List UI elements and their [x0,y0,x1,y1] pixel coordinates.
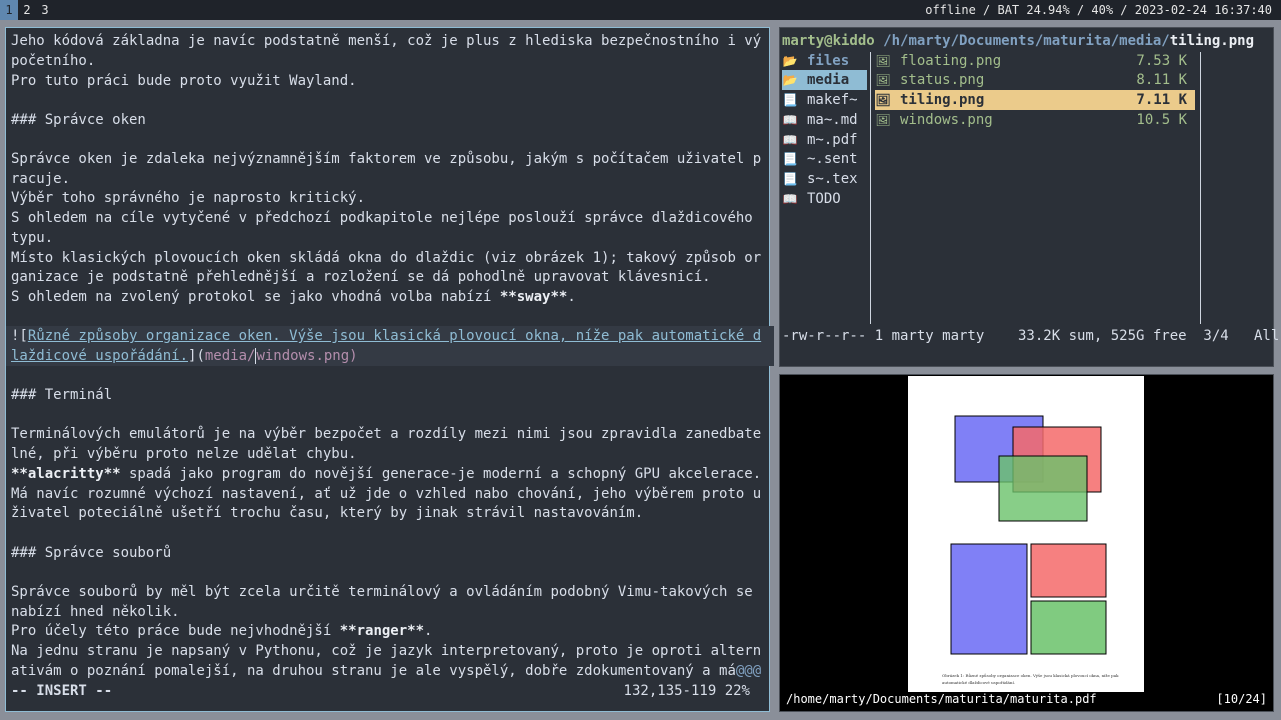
file-item-floating[interactable]: 🖼 floating.png 7.53 K [875,51,1195,71]
column-separator [870,52,871,324]
editor-line[interactable]: nabízí hned několik. [11,602,180,622]
editor-line[interactable]: **alacritty** spadá jako program do nově… [11,464,761,484]
pdf-viewer-window[interactable]: Obrázek 1: Různé způsoby organizace oken… [779,374,1274,712]
parent-item-tex[interactable]: 📃 s~.tex [782,169,867,189]
tiled-window-blue [950,543,1028,655]
editor-line[interactable]: Pro účely této práce bude nejvhodnější *… [11,621,432,641]
editor-text: ativám o poznání pomalejší, na druhou st… [11,663,736,679]
path-user: marty@kiddo [782,33,875,49]
file-item-status[interactable]: 🖼 status.png 8.11 K [875,70,1195,90]
status-text: offline / BAT 24.94% / 40% / 2023-02-24 … [925,3,1272,17]
ranger-path: marty@kiddo /h/marty/Documents/maturita/… [782,31,1254,51]
markdown-link-text[interactable]: laždicové uspořádání. [11,348,188,364]
markdown-link-text[interactable]: Různé způsoby organizace oken. Výše jsou… [28,328,761,344]
markdown-image-path: windows.png) [256,348,358,364]
file-icon: 📃 [782,93,798,107]
image-markup-open: ![ [11,328,28,344]
image-icon: 🖼 [875,54,891,68]
top-bar: 1 2 3 offline / BAT 24.94% / 40% / 2023-… [0,0,1281,20]
editor-line[interactable]: Má navíc rozumné výchozí nastavení, ať u… [11,484,761,504]
editor-line[interactable]: Terminálových emulátorů je na výběr bezp… [11,424,761,444]
editor-line[interactable]: Místo klasických plovoucích oken skládá … [11,248,761,268]
editor-bold-text: **sway** [499,289,568,305]
pdf-path: /home/marty/Documents/maturita/maturita.… [786,692,1097,706]
file-icon: 📃 [782,152,798,166]
editor-line[interactable]: racuje. [11,169,70,189]
image-icon: 🖼 [875,113,891,127]
file-icon: 📃 [782,172,798,186]
tiled-window-red [1030,543,1107,598]
figure-caption: Obrázek 1: Různé způsoby organizace oken… [942,673,1119,678]
pdf-page[interactable]: Obrázek 1: Různé způsoby organizace oken… [908,376,1144,692]
file-item-tiling[interactable]: 🖼 tiling.png 7.11 K [875,90,1195,110]
editor-bold-text: **ranger** [339,623,425,639]
editor-line[interactable]: ganizace je podstatně přehlednější a roz… [11,267,711,287]
workspace-2[interactable]: 2 [18,0,36,20]
editor-line[interactable]: Správce oken je zdaleka nejvýznamnějším … [11,149,761,169]
floating-window-green [998,455,1088,522]
editor-line[interactable]: ### Správce souborů [11,543,171,563]
tiled-window-green [1030,600,1107,655]
editor-line[interactable]: typu. [11,228,53,248]
editor-current-line-wrap[interactable]: laždicové uspořádání.](media/windows.png… [6,346,774,366]
page-indicator: [10/24] [1216,692,1267,706]
parent-item-sent[interactable]: 📃 ~.sent [782,149,867,169]
editor-line[interactable]: Správce souborů by měl být zcela určitě … [11,582,753,602]
parent-item-makefile[interactable]: 📃 makef~ [782,90,867,110]
parent-item-pdf[interactable]: 📖 m~.pdf [782,130,867,150]
editor-line[interactable]: Výběr toho správného je naprosto kritick… [11,188,365,208]
file-item-windows[interactable]: 🖼 windows.png 10.5 K [875,110,1195,130]
column-separator [1200,52,1201,324]
book-icon: 📖 [782,133,798,147]
editor-line[interactable]: Jeho kódová základna je navíc podstatně … [11,31,761,51]
editor-line[interactable]: živatel poteciálně ušetří trochu času, k… [11,503,643,523]
editor-current-line[interactable]: ![Různé způsoby organizace oken. Výše js… [6,326,774,346]
markdown-image-path: media/ [204,348,256,364]
folder-open-icon: 📂 [782,73,798,87]
link-close-bracket: ]( [188,348,205,364]
image-icon: 🖼 [875,73,891,87]
book-icon: 📖 [782,113,798,127]
ranger-file-manager[interactable]: marty@kiddo /h/marty/Documents/maturita/… [779,27,1280,367]
editor-line[interactable]: ### Terminál [11,385,112,405]
editor-line[interactable]: ### Správce oken [11,110,146,130]
editor-line[interactable]: ativám o poznání pomalejší, na druhou st… [11,661,761,681]
vim-status-line: -- INSERT -- 132,135-119 22% [11,681,766,701]
editor-text: S ohledem na zvolený protokol se jako vh… [11,289,500,305]
parent-item-todo[interactable]: 📖 TODO [782,189,867,209]
path-file: tiling.png [1169,33,1255,49]
cursor-position: 132,135-119 22% [623,683,750,699]
editor-line[interactable]: početního. [11,51,95,71]
vim-editor-window[interactable]: Jeho kódová základna je navíc podstatně … [5,27,774,712]
pdf-status-bar: /home/marty/Documents/maturita/maturita.… [786,690,1267,708]
figure-illustration: Obrázek 1: Různé způsoby organizace oken… [942,415,1119,685]
folder-icon: 📂 [782,54,798,68]
parent-item-md[interactable]: 📖 ma~.md [782,110,867,130]
overflow-marker: @@@ [735,663,762,679]
editor-line[interactable]: lné, při výběru proto nelze udělat chybu… [11,444,357,464]
image-icon: 🖼 [875,93,891,107]
parent-item-media[interactable]: 📂 media [782,70,867,90]
editor-text: spadá jako program do novější generace-j… [120,466,762,482]
mode-indicator: -- INSERT -- [11,683,113,699]
editor-line[interactable]: Na jednu stranu je napsaný v Pythonu, co… [11,641,761,661]
parent-item-files[interactable]: 📂 files [782,51,867,71]
workspace-3[interactable]: 3 [36,0,54,20]
editor-text: Pro účely této práce bude nejvhodnější [11,623,340,639]
path-dir: /h/marty/Documents/maturita/media/ [883,33,1170,49]
book-icon: 📖 [782,192,798,206]
editor-line[interactable]: S ohledem na zvolený protokol se jako vh… [11,287,576,307]
editor-line[interactable]: Pro tuto práci bude proto využit Wayland… [11,71,357,91]
editor-bold-text: **alacritty** [11,466,121,482]
ranger-status-line: -rw-r--r-- 1 marty marty 33.2K sum, 525G… [782,328,1280,344]
figure-caption: automatické dlaždicové uspořádání. [942,680,1015,685]
editor-line[interactable]: S ohledem na cíle vytyčené v předchozí p… [11,208,753,228]
workspace-1[interactable]: 1 [0,0,18,20]
